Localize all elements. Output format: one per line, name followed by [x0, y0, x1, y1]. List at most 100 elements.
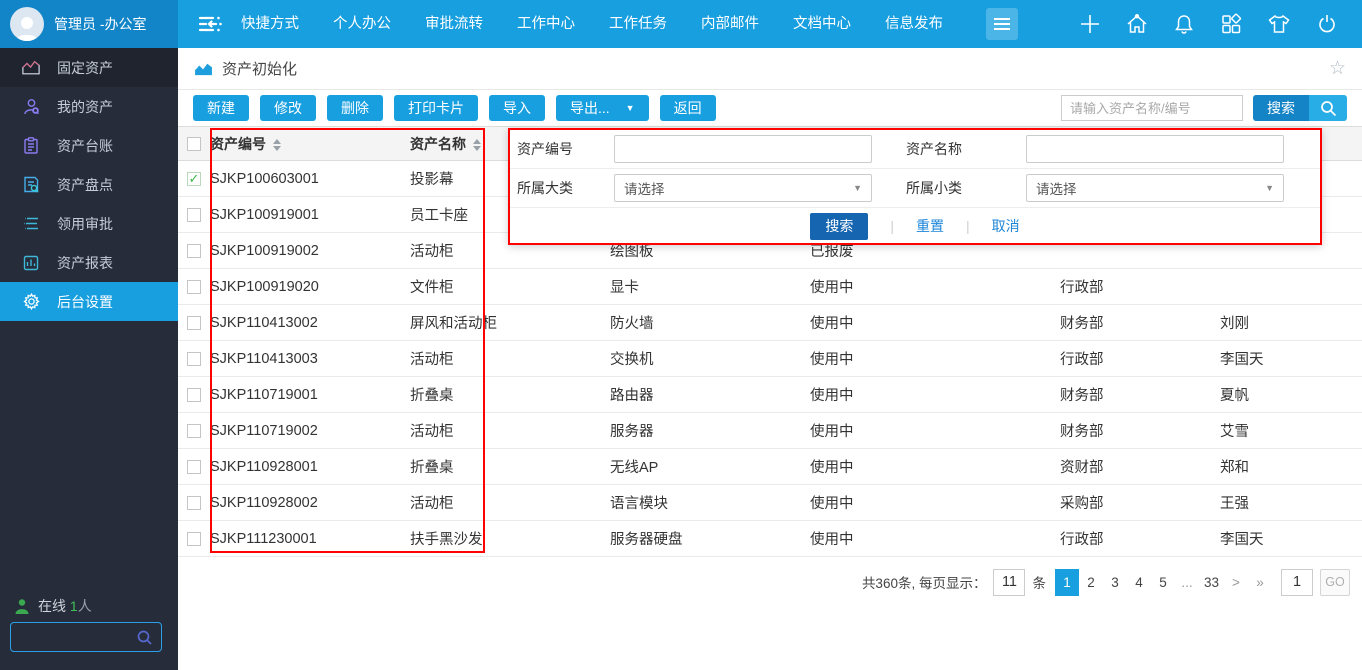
page-button[interactable]: 2	[1079, 569, 1103, 596]
page-button[interactable]: ...	[1175, 569, 1199, 596]
filter-select-major-category[interactable]: 请选择▼	[614, 174, 872, 202]
back-button[interactable]: 返回	[660, 95, 716, 121]
row-checkbox[interactable]	[187, 388, 201, 402]
chevron-down-icon: ▼	[853, 183, 862, 193]
row-checkbox[interactable]: ✓	[187, 172, 201, 186]
burger-menu-icon[interactable]	[986, 8, 1018, 40]
toolbar: 新建修改删除打印卡片导入 导出...▼ 返回 搜索	[178, 90, 1362, 126]
table-row[interactable]: SJKP110928002活动柜语言模块使用中采购部王强	[178, 485, 1362, 521]
sort-icon[interactable]	[473, 139, 481, 151]
page-title-chart-icon	[194, 61, 213, 76]
search-button[interactable]: 搜索	[1253, 95, 1309, 121]
plus-icon[interactable]	[1079, 13, 1101, 35]
page-size-input[interactable]	[993, 569, 1025, 596]
topnav-item[interactable]: 信息发布	[868, 0, 960, 48]
cell-status: 使用中	[810, 377, 1060, 413]
delete-button[interactable]: 删除	[327, 95, 383, 121]
page-button[interactable]: 3	[1103, 569, 1127, 596]
filter-reset-link[interactable]: 重置	[916, 216, 944, 236]
page-button[interactable]: 33	[1199, 569, 1224, 596]
row-checkbox[interactable]	[187, 496, 201, 510]
sidebar-item[interactable]: 后台设置	[0, 282, 178, 321]
export-button[interactable]: 导出...▼	[556, 95, 649, 121]
page-button[interactable]: 4	[1127, 569, 1151, 596]
home-icon[interactable]	[1126, 13, 1148, 35]
asset-search-input[interactable]	[1061, 95, 1243, 121]
filter-search-button[interactable]: 搜索	[810, 213, 868, 240]
topnav-item[interactable]: 内部邮件	[684, 0, 776, 48]
search-icon	[1320, 100, 1337, 117]
table-row[interactable]: SJKP110928001折叠桌无线AP使用中资财部郑和	[178, 449, 1362, 485]
header-asset-code[interactable]: 资产编号	[210, 127, 410, 161]
sidebar-item[interactable]: 资产台账	[0, 126, 178, 165]
online-unit: 人	[78, 598, 92, 614]
sidebar-item[interactable]: 资产盘点	[0, 165, 178, 204]
cell-asset-code: SJKP100603001	[210, 161, 410, 197]
topnav-item[interactable]: 快捷方式	[224, 0, 316, 48]
filter-input-asset-code[interactable]	[614, 135, 872, 163]
go-button[interactable]: GO	[1320, 569, 1350, 596]
edit-button[interactable]: 修改	[260, 95, 316, 121]
theme-shirt-icon[interactable]	[1267, 13, 1291, 35]
header-select-all[interactable]	[178, 127, 210, 161]
sidebar: 固定资产我的资产资产台账资产盘点领用审批资产报表后台设置 在线 1人	[0, 48, 178, 670]
print-card-button[interactable]: 打印卡片	[394, 95, 478, 121]
sidebar-item[interactable]: 固定资产	[0, 48, 178, 87]
sort-icon[interactable]	[273, 139, 281, 151]
import-button[interactable]: 导入	[489, 95, 545, 121]
table-row[interactable]: SJKP111230001扶手黑沙发服务器硬盘使用中行政部李国天	[178, 521, 1362, 557]
sidebar-item[interactable]: 我的资产	[0, 87, 178, 126]
table-row[interactable]: SJKP110413003活动柜交换机使用中行政部李国天	[178, 341, 1362, 377]
row-checkbox[interactable]	[187, 460, 201, 474]
filter-input-asset-name[interactable]	[1026, 135, 1284, 163]
goto-page-input[interactable]	[1281, 569, 1313, 596]
cell-asset-code: SJKP110719001	[210, 377, 410, 413]
row-checkbox[interactable]	[187, 424, 201, 438]
table-row[interactable]: SJKP110413002屏风和活动柜防火墙使用中财务部刘刚	[178, 305, 1362, 341]
bell-icon[interactable]	[1173, 13, 1195, 35]
favorite-star-icon[interactable]: ☆	[1329, 59, 1346, 78]
cell-asset-name: 扶手黑沙发	[410, 521, 610, 557]
apps-icon[interactable]	[1220, 13, 1242, 35]
select-all-checkbox[interactable]	[187, 137, 201, 151]
user-block[interactable]: 管理员 -办公室	[0, 0, 178, 48]
topnav-item[interactable]: 工作任务	[592, 0, 684, 48]
table-row[interactable]: SJKP100919020文件柜显卡使用中行政部	[178, 269, 1362, 305]
table-row[interactable]: SJKP110719001折叠桌路由器使用中财务部夏帆	[178, 377, 1362, 413]
topnav-item[interactable]: 工作中心	[500, 0, 592, 48]
pagination-summary: 共360条, 每页显示：	[862, 572, 987, 592]
sidebar-search-input[interactable]	[19, 630, 136, 645]
filter-select-minor-category[interactable]: 请选择▼	[1026, 174, 1284, 202]
cell-person: 李国天	[1220, 341, 1362, 377]
row-checkbox[interactable]	[187, 280, 201, 294]
new-button[interactable]: 新建	[193, 95, 249, 121]
filter-cancel-link[interactable]: 取消	[992, 216, 1020, 236]
table-row[interactable]: SJKP110719002活动柜服务器使用中财务部艾雪	[178, 413, 1362, 449]
last-page-button[interactable]: »	[1248, 569, 1272, 596]
collapse-menu-icon[interactable]	[196, 13, 224, 35]
chevron-down-icon: ▼	[626, 103, 635, 113]
page-button[interactable]: 1	[1055, 569, 1079, 596]
row-checkbox[interactable]	[187, 244, 201, 258]
power-icon[interactable]	[1316, 13, 1338, 35]
cell-device-name: 服务器硬盘	[610, 521, 810, 557]
cell-person: 艾雪	[1220, 413, 1362, 449]
page-button[interactable]: 5	[1151, 569, 1175, 596]
online-status: 在线 1人	[14, 596, 92, 616]
next-page-button[interactable]: >	[1224, 569, 1248, 596]
search-icon[interactable]	[136, 629, 153, 646]
sidebar-item[interactable]: 领用审批	[0, 204, 178, 243]
sidebar-item-label: 后台设置	[57, 292, 113, 312]
cell-asset-name: 活动柜	[410, 413, 610, 449]
filter-label-minor-category: 所属小类	[872, 178, 1026, 198]
sidebar-item-label: 固定资产	[57, 58, 113, 78]
topnav-item[interactable]: 个人办公	[316, 0, 408, 48]
row-checkbox[interactable]	[187, 532, 201, 546]
topnav-item[interactable]: 审批流转	[408, 0, 500, 48]
topnav-item[interactable]: 文档中心	[776, 0, 868, 48]
sidebar-item[interactable]: 资产报表	[0, 243, 178, 282]
row-checkbox[interactable]	[187, 352, 201, 366]
row-checkbox[interactable]	[187, 208, 201, 222]
search-magnifier-button[interactable]	[1309, 95, 1347, 121]
row-checkbox[interactable]	[187, 316, 201, 330]
